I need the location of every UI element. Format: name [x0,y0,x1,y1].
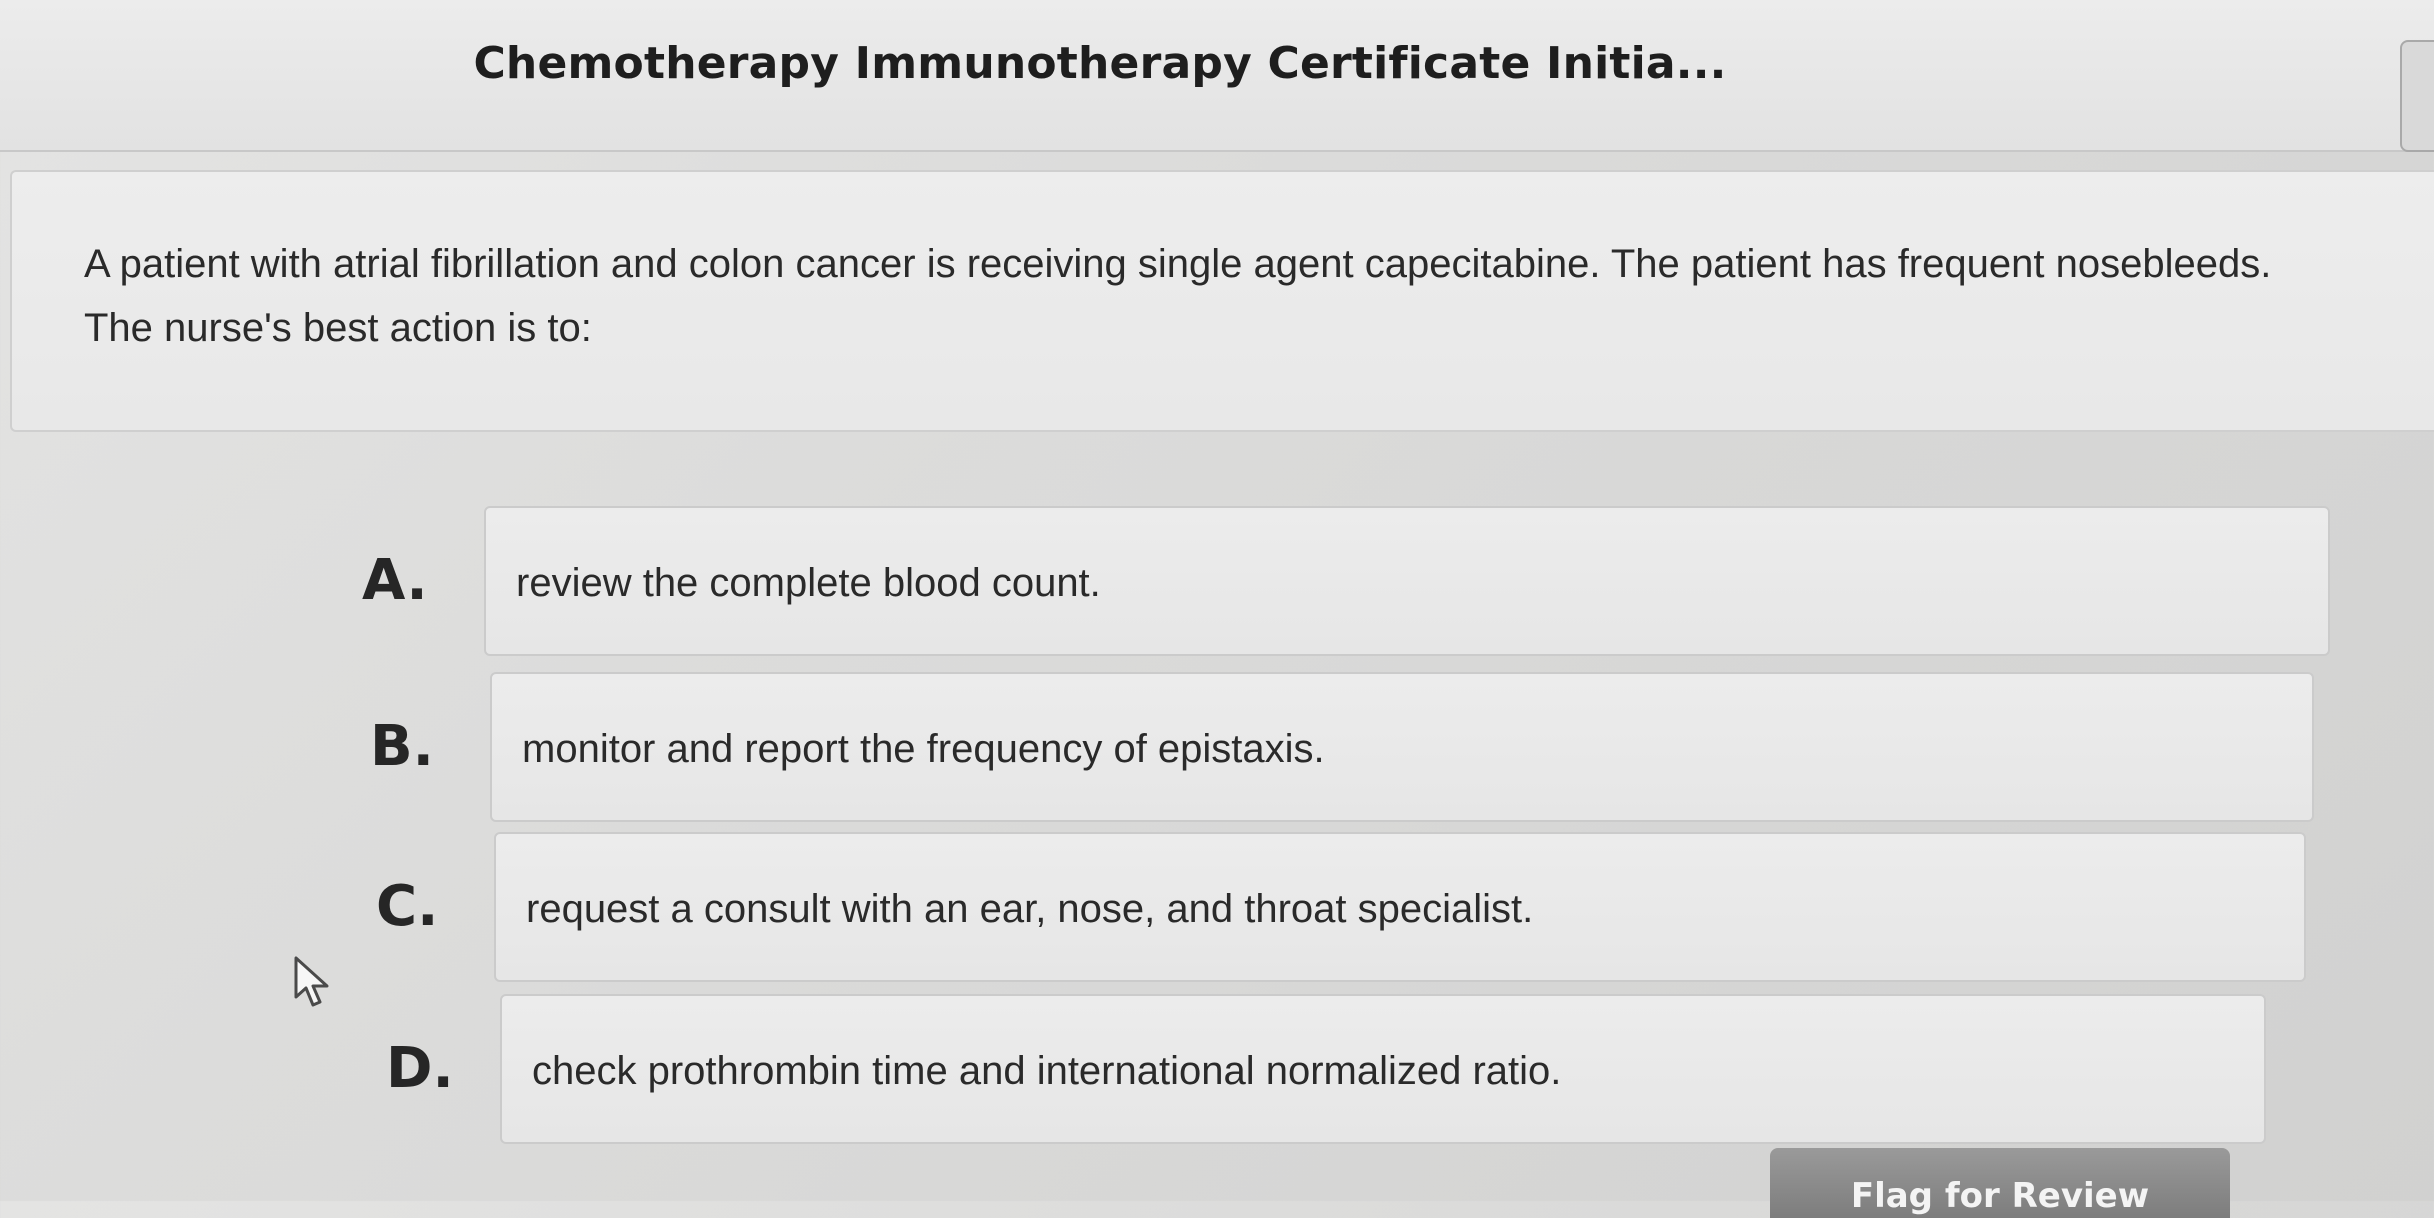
mouse-pointer-icon [294,956,329,1007]
answer-letter: A. [362,548,428,613]
answer-text: request a consult with an ear, nose, and… [526,887,1534,931]
answer-option-a[interactable]: A. review the complete blood count. [362,506,2332,656]
answer-option-b[interactable]: B. monitor and report the frequency of e… [370,672,2314,822]
answer-letter: C. [376,874,439,939]
header-bar: Chemotherapy Immunotherapy Certificate I… [0,0,2434,152]
answer-letter: D. [386,1036,454,1101]
page-title: Chemotherapy Immunotherapy Certificate I… [473,38,1727,89]
answer-letter: B. [370,714,434,779]
answer-box[interactable]: monitor and report the frequency of epis… [490,672,2314,822]
answer-box[interactable]: review the complete blood count. [484,506,2330,656]
answer-text: monitor and report the frequency of epis… [522,727,1325,771]
answer-box[interactable]: check prothrombin time and international… [500,994,2266,1144]
question-text: A patient with atrial fibrillation and c… [84,242,2272,350]
side-panel-tab[interactable] [2400,40,2434,152]
answer-option-d[interactable]: D. check prothrombin time and internatio… [386,994,2266,1144]
question-panel: A patient with atrial fibrillation and c… [10,170,2434,432]
answer-box[interactable]: request a consult with an ear, nose, and… [494,832,2306,982]
answer-option-c[interactable]: C. request a consult with an ear, nose, … [376,832,2306,982]
answer-text: check prothrombin time and international… [532,1049,1562,1093]
flag-for-review-button[interactable]: Flag for Review [1770,1148,2230,1218]
answer-text: review the complete blood count. [516,561,1101,605]
